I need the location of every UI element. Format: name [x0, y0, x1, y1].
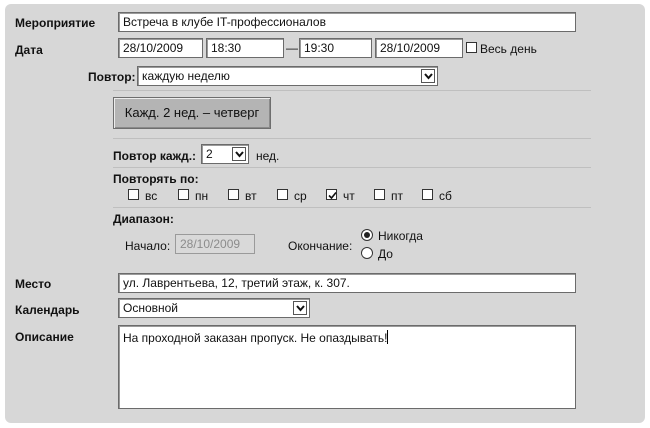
end-date-input[interactable]: 28/10/2009 [375, 38, 463, 58]
day-label-thu: чт [343, 189, 355, 203]
end-never-label: Никогда [378, 229, 423, 243]
range-start-input: 28/10/2009 [175, 234, 255, 254]
day-label-tue: вт [245, 189, 257, 203]
repeat-every-value: 2 [206, 147, 213, 161]
divider [113, 138, 591, 139]
range-end-label: Окончание: [288, 239, 353, 253]
description-textarea[interactable]: На проходной заказан пропуск. Не опаздыв… [118, 325, 576, 409]
chevron-down-icon[interactable] [421, 69, 435, 83]
day-label-fri: пт [391, 189, 403, 203]
range-label: Диапазон: [113, 212, 174, 226]
day-checkbox-fri[interactable] [374, 189, 385, 200]
day-checkbox-tue[interactable] [228, 189, 239, 200]
end-time-input[interactable]: 19:30 [299, 38, 372, 58]
event-label: Мероприятие [15, 16, 96, 30]
event-form-panel: Мероприятие Встреча в клубе IT-профессио… [5, 4, 645, 423]
time-range-dash: — [286, 41, 298, 55]
day-checkbox-sat[interactable] [422, 189, 433, 200]
day-label-sat: сб [439, 189, 452, 203]
location-input[interactable]: ул. Лаврентьева, 12, третий этаж, к. 307… [118, 273, 576, 293]
end-until-label: До [378, 247, 393, 261]
day-label-mon: пн [195, 189, 209, 203]
repeat-every-unit: нед. [256, 149, 280, 163]
calendar-select[interactable]: Основной [118, 298, 310, 318]
start-date-input[interactable]: 28/10/2009 [118, 38, 203, 58]
end-never-radio[interactable] [361, 229, 373, 241]
day-checkbox-mon[interactable] [178, 189, 189, 200]
repeat-label: Повтор: [88, 70, 136, 84]
range-start-label: Начало: [125, 239, 171, 253]
repeat-select-value: каждую неделю [142, 69, 230, 83]
location-label: Место [15, 277, 52, 291]
event-title-input[interactable]: Встреча в клубе IT-профессионалов [118, 12, 576, 32]
checkmark-icon [328, 191, 337, 200]
divider [113, 90, 591, 91]
chevron-down-icon[interactable] [293, 301, 307, 315]
end-until-radio[interactable] [361, 247, 373, 259]
day-label-sun: вс [145, 189, 158, 203]
repeat-select[interactable]: каждую неделю [137, 66, 438, 86]
day-label-wed: ср [294, 189, 307, 203]
description-label: Описание [15, 330, 74, 344]
repeat-on-label: Повторять по: [113, 172, 199, 186]
all-day-checkbox[interactable] [466, 42, 477, 53]
day-checkbox-wed[interactable] [277, 189, 288, 200]
day-checkbox-thu[interactable] [326, 189, 337, 200]
repeat-every-label: Повтор кажд.: [113, 149, 197, 163]
all-day-label: Весь день [480, 42, 537, 56]
divider [113, 167, 591, 168]
day-checkbox-sun[interactable] [128, 189, 139, 200]
start-time-input[interactable]: 18:30 [206, 38, 284, 58]
divider [113, 207, 591, 208]
text-cursor [387, 330, 389, 344]
date-label: Дата [15, 43, 43, 57]
calendar-label: Календарь [15, 303, 80, 317]
description-text: На проходной заказан пропуск. Не опаздыв… [123, 331, 388, 345]
calendar-select-value: Основной [123, 301, 179, 315]
chevron-down-icon[interactable] [232, 147, 246, 161]
repeat-every-select[interactable]: 2 [201, 144, 249, 164]
repeat-summary-button[interactable]: Кажд. 2 нед. – четверг [113, 97, 271, 129]
